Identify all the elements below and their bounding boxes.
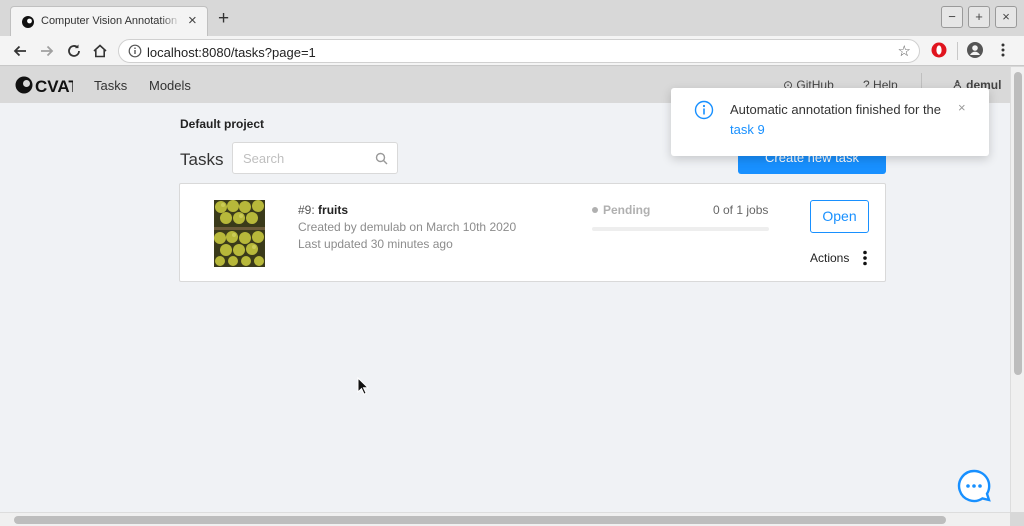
browser-tab[interactable]: Computer Vision Annotation Tool × — [10, 6, 208, 36]
nav-tasks[interactable]: Tasks — [94, 78, 127, 93]
status-dot-icon — [592, 207, 598, 213]
browser-toolbar: localhost:8080/tasks?page=1 ☆ — [0, 36, 1024, 66]
task-thumbnail[interactable] — [214, 200, 265, 267]
task-created: Created by demulab on March 10th 2020 — [298, 220, 517, 234]
bookmark-star-icon[interactable]: ☆ — [898, 42, 911, 60]
actions-label[interactable]: Actions — [810, 251, 849, 265]
task-id: #9: — [298, 203, 315, 217]
cvat-favicon-icon — [22, 16, 34, 28]
horizontal-scrollbar-thumb[interactable] — [14, 516, 946, 524]
chat-icon[interactable] — [957, 469, 991, 503]
forward-arrow-icon[interactable] — [38, 42, 56, 60]
cvat-logo[interactable]: CVAT — [15, 76, 73, 94]
vertical-scrollbar[interactable] — [1010, 67, 1024, 512]
task-name: #9: fruits — [298, 203, 348, 217]
tab-close-icon[interactable]: × — [188, 12, 197, 30]
jobs-count: 0 of 1 jobs — [713, 203, 769, 217]
home-icon[interactable] — [91, 42, 109, 60]
task-status: Pending — [592, 203, 650, 217]
browser-tab-title: Computer Vision Annotation Tool — [41, 15, 181, 27]
browser-menu-icon[interactable] — [998, 41, 1008, 59]
mouse-cursor-icon — [357, 377, 369, 395]
page-viewport: CVAT Tasks Models ⊙ GitHub ? Help ♙ demu… — [0, 67, 1010, 512]
address-bar[interactable]: localhost:8080/tasks?page=1 ☆ — [118, 39, 920, 63]
vertical-scrollbar-thumb[interactable] — [1014, 72, 1022, 375]
search-placeholder: Search — [243, 151, 285, 166]
info-icon[interactable] — [128, 44, 142, 58]
notification: Automatic annotation finished for the ta… — [671, 88, 989, 156]
task-updated: Last updated 30 minutes ago — [298, 237, 453, 251]
url-text: localhost:8080/tasks?page=1 — [147, 45, 316, 60]
back-arrow-icon[interactable] — [11, 42, 29, 60]
task-card: #9: fruits Created by demulab on March 1… — [179, 183, 886, 282]
notification-task-link[interactable]: task 9 — [730, 122, 765, 137]
notification-close-icon[interactable]: × — [958, 100, 966, 115]
actions-menu-icon[interactable] — [862, 250, 868, 266]
browser-tabbar: Computer Vision Annotation Tool × + − + … — [0, 0, 1024, 36]
toolbar-divider — [957, 42, 958, 60]
task-title: fruits — [318, 203, 349, 217]
maximize-button[interactable]: + — [968, 6, 990, 28]
window-close-button[interactable]: × — [995, 6, 1017, 28]
page-title: Tasks — [180, 150, 224, 169]
task-progress-bar — [592, 227, 769, 231]
minimize-button[interactable]: − — [941, 6, 963, 28]
info-circle-icon — [694, 100, 714, 120]
search-icon[interactable] — [375, 152, 388, 165]
nav-models[interactable]: Models — [149, 78, 191, 93]
opera-extension-icon[interactable] — [931, 42, 947, 58]
project-title: Default project — [180, 117, 265, 131]
reload-icon[interactable] — [65, 42, 83, 60]
notification-message: Automatic annotation finished for the — [730, 102, 942, 117]
status-label: Pending — [603, 203, 651, 217]
profile-icon[interactable] — [966, 41, 984, 59]
open-task-button[interactable]: Open — [810, 200, 869, 233]
horizontal-scrollbar[interactable] — [0, 512, 1010, 526]
new-tab-button[interactable]: + — [218, 9, 229, 28]
logo-text: CVAT — [35, 77, 73, 94]
search-input[interactable]: Search — [232, 142, 398, 174]
